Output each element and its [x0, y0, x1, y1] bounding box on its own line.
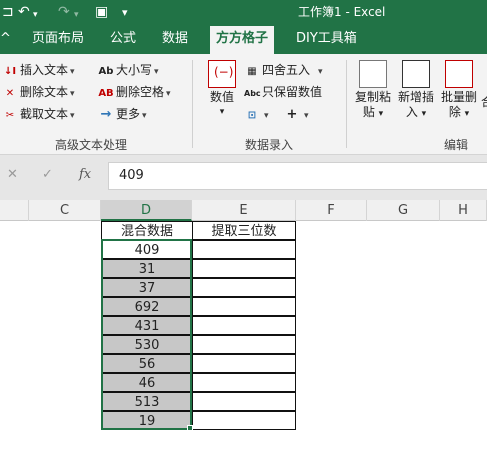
numeric-dropdown-icon: ▾ [219, 107, 225, 117]
plus-button[interactable]: + ▾ [284, 106, 309, 124]
cell-e[interactable] [192, 335, 296, 354]
cell-e[interactable] [192, 392, 296, 411]
column-header-f[interactable]: F [296, 200, 367, 221]
extract-text-button[interactable]: ✂ 截取文本 ▾ [2, 106, 75, 124]
worksheet[interactable]: 混合数据 提取三位数 409 31 37 692 431 530 56 46 5… [0, 221, 487, 476]
insert-text-icon: ↓I [3, 66, 17, 77]
cell-e[interactable] [192, 373, 296, 392]
cell-e[interactable] [192, 297, 296, 316]
batch-delete-button[interactable]: 批量删 除 ▾ [438, 60, 480, 122]
column-headers: C D E F G H [0, 200, 487, 221]
symbol-icon: ⊡ [247, 110, 257, 121]
column-header-e[interactable]: E [192, 200, 296, 221]
cell-d[interactable]: 513 [101, 392, 193, 411]
numeric-icon: (−) [208, 60, 236, 88]
remove-spaces-button[interactable]: AB 删除空格 ▾ [98, 84, 170, 102]
add-insert-button[interactable]: 新增插 入 ▾ [395, 60, 437, 122]
cell-e[interactable] [192, 259, 296, 278]
case-icon: Ab [98, 66, 114, 77]
delete-text-button[interactable]: ✕ 删除文本 ▾ [2, 84, 75, 102]
cell-d[interactable]: 37 [101, 278, 193, 297]
formula-buttons: ✕ ✓ fx [0, 163, 104, 189]
round-icon: ▦ [247, 66, 257, 77]
save-preview-icon[interactable]: ▣ [95, 3, 108, 21]
cell-d[interactable]: 31 [101, 259, 193, 278]
window-title: 工作簿1 - Excel [298, 5, 386, 19]
quick-access-partial-icon[interactable]: ⊐ [2, 3, 14, 21]
column-header-h[interactable]: H [440, 200, 487, 221]
extract-text-icon: ✂ [5, 110, 15, 121]
cell-e[interactable] [192, 411, 296, 430]
partial-button-label[interactable]: 合 [481, 94, 487, 110]
insert-text-button[interactable]: ↓I 插入文本 ▾ [2, 62, 75, 80]
cell-d[interactable]: 409 [101, 240, 193, 259]
ribbon-tabs: ^ 页面布局 公式 数据 方方格子 DIY工具箱 [0, 24, 487, 54]
copy-paste-button[interactable]: 复制粘 贴 ▾ [352, 60, 394, 122]
keep-numeric-icon: Abc [244, 89, 261, 98]
group-label-entry: 数据录入 [245, 138, 294, 152]
clipboard-icon [359, 60, 387, 88]
tab-diy-toolbox[interactable]: DIY工具箱 [296, 30, 357, 48]
fill-handle[interactable] [187, 425, 193, 431]
undo-icon[interactable]: ↶ [18, 3, 30, 21]
insert-rows-icon [402, 60, 430, 88]
group-label-text: 高级文本处理 [55, 138, 128, 152]
check-icon[interactable]: ✓ [42, 167, 53, 182]
fx-icon[interactable]: fx [79, 167, 91, 182]
cell-e-header[interactable]: 提取三位数 [192, 221, 296, 240]
cell-d[interactable]: 692 [101, 297, 193, 316]
column-header-d[interactable]: D [101, 200, 192, 221]
group-label-edit: 编辑 [444, 138, 469, 152]
tab-partial-icon[interactable]: ^ [0, 30, 11, 48]
delete-grid-icon [445, 60, 473, 88]
cell-d[interactable]: 530 [101, 335, 193, 354]
case-button[interactable]: Ab 大小写 ▾ [98, 62, 159, 80]
ribbon: ↓I 插入文本 ▾ ✕ 删除文本 ▾ ✂ 截取文本 ▾ Ab 大小写 ▾ AB 删除空格 ▾ → 更多… [0, 54, 487, 155]
group-separator [346, 60, 347, 148]
formula-bar: ✕ ✓ fx 409 [0, 155, 487, 200]
tab-fangfang[interactable]: 方方格子 [210, 26, 275, 54]
tab-page-layout[interactable]: 页面布局 [32, 30, 84, 48]
group-separator [192, 60, 193, 148]
remove-spaces-icon: AB [98, 88, 114, 99]
cell-d[interactable]: 19 [101, 411, 193, 430]
cell-e[interactable] [192, 316, 296, 335]
plus-icon: + [286, 107, 298, 122]
cell-d-header[interactable]: 混合数据 [101, 221, 193, 240]
more-button[interactable]: → 更多 ▾ [98, 106, 147, 124]
keep-numeric-button[interactable]: Abc只保留数值 [244, 84, 322, 102]
customize-toolbar-icon[interactable]: ▾ [122, 4, 128, 22]
arrow-right-icon: → [100, 107, 112, 122]
formula-input[interactable]: 409 [108, 162, 487, 190]
redo-icon[interactable]: ↷ [58, 3, 70, 21]
cell-e[interactable] [192, 240, 296, 259]
numeric-button[interactable]: (−) 数值 ▾ [202, 60, 242, 120]
redo-dropdown-icon[interactable]: ▾ [74, 6, 79, 24]
cell-e[interactable] [192, 278, 296, 297]
column-header-g[interactable]: G [367, 200, 440, 221]
cell-d[interactable]: 431 [101, 316, 193, 335]
title-bar: ⊐ ↶ ▾ ↷ ▾ ▣ ▾ 工作簿1 - Excel [0, 0, 487, 24]
cell-e[interactable] [192, 354, 296, 373]
column-header-c[interactable]: C [29, 200, 101, 221]
close-icon[interactable]: ✕ [7, 167, 18, 182]
column-header-partial[interactable] [0, 200, 29, 221]
cell-d[interactable]: 46 [101, 373, 193, 392]
delete-text-icon: ✕ [5, 88, 15, 99]
round-button[interactable]: ▦ 四舍五入 ▾ [244, 62, 322, 80]
undo-dropdown-icon[interactable]: ▾ [33, 6, 38, 24]
cell-d[interactable]: 56 [101, 354, 193, 373]
tab-data[interactable]: 数据 [162, 30, 188, 48]
tab-formulas[interactable]: 公式 [110, 30, 136, 48]
insert-symbol-button[interactable]: ⊡ ▾ [244, 106, 269, 124]
